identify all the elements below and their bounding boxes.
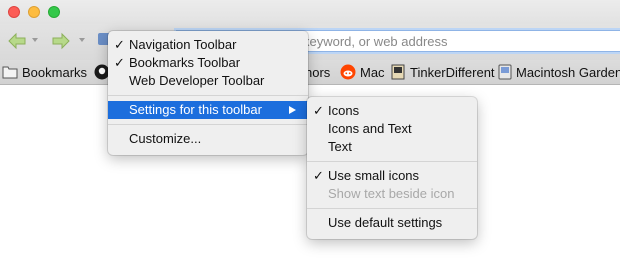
checkmark-icon: ✓	[114, 37, 125, 52]
folder-icon	[2, 66, 18, 79]
menu-item-navigation-toolbar[interactable]: ✓ Navigation Toolbar	[108, 36, 308, 54]
submenu-item-icons-and-text[interactable]: Icons and Text	[307, 120, 477, 138]
title-bar	[0, 0, 620, 24]
submenu-item-show-text-beside-icon: Show text beside icon	[307, 185, 477, 203]
menu-item-web-developer-toolbar[interactable]: Web Developer Toolbar	[108, 72, 308, 90]
forward-button[interactable]	[50, 30, 72, 52]
bookmark-bookmarks-folder[interactable]: Bookmarks	[2, 63, 87, 81]
arrow-right-icon	[52, 32, 70, 50]
bookmark-label: nors	[305, 64, 331, 80]
back-button[interactable]	[6, 30, 28, 52]
menu-item-label: Use default settings	[328, 215, 443, 230]
reddit-icon	[340, 64, 356, 80]
menu-item-label: Text	[328, 139, 352, 154]
menu-item-label: Use small icons	[328, 168, 420, 183]
submenu-arrow-icon	[289, 106, 296, 114]
bookmark-label: TinkerDifferent	[410, 64, 495, 80]
menu-item-settings-for-toolbar[interactable]: Settings for this toolbar	[108, 101, 308, 119]
bookmark-label: Mac	[360, 64, 385, 80]
submenu-item-use-small-icons[interactable]: ✓ Use small icons	[307, 167, 477, 185]
menu-separator	[108, 124, 308, 125]
checkmark-icon: ✓	[313, 168, 324, 183]
checkmark-icon: ✓	[313, 103, 324, 118]
menu-item-label: Navigation Toolbar	[129, 37, 237, 52]
bookmark-label: Macintosh Garden	[516, 64, 620, 80]
bookmark-nors[interactable]: nors	[305, 63, 330, 81]
macintosh-garden-icon	[498, 64, 512, 80]
menu-item-label: Icons and Text	[328, 121, 412, 136]
submenu-item-icons[interactable]: ✓ Icons	[307, 102, 477, 120]
menu-item-customize[interactable]: Customize...	[108, 130, 308, 148]
tinkerdifferent-icon	[391, 64, 405, 80]
bookmark-mac[interactable]: Mac	[340, 63, 385, 81]
menu-item-label: Settings for this toolbar	[129, 102, 262, 117]
submenu-item-text[interactable]: Text	[307, 138, 477, 156]
menu-item-label: Customize...	[129, 131, 202, 146]
menu-separator	[108, 95, 308, 96]
toolbar-settings-submenu: ✓ Icons Icons and Text Text ✓ Use small …	[307, 97, 477, 239]
menu-item-label: Show text beside icon	[328, 186, 455, 201]
arrow-left-icon	[8, 32, 26, 50]
toolbar-context-menu: ✓ Navigation Toolbar ✓ Bookmarks Toolbar…	[108, 31, 308, 155]
menu-item-bookmarks-toolbar[interactable]: ✓ Bookmarks Toolbar	[108, 54, 308, 72]
back-history-dropdown[interactable]	[32, 38, 38, 42]
menu-item-label: Web Developer Toolbar	[129, 73, 265, 88]
close-window-button[interactable]	[8, 6, 20, 18]
menu-separator	[307, 208, 477, 209]
menu-item-label: Icons	[328, 103, 360, 118]
url-placeholder: keyword, or web address	[303, 34, 448, 49]
bookmarks-toolbar: Bookmarks nors Mac TinkerDifferent Macin…	[0, 60, 620, 85]
checkmark-icon: ✓	[114, 55, 125, 70]
bookmark-tinkerdifferent[interactable]: TinkerDifferent	[390, 63, 495, 81]
submenu-item-use-default-settings[interactable]: Use default settings	[307, 214, 477, 232]
menu-separator	[307, 161, 477, 162]
forward-history-dropdown[interactable]	[79, 38, 85, 42]
minimize-window-button[interactable]	[28, 6, 40, 18]
bookmark-macintosh-garden[interactable]: Macintosh Garden	[498, 63, 620, 81]
menu-item-label: Bookmarks Toolbar	[129, 55, 241, 70]
maximize-window-button[interactable]	[48, 6, 60, 18]
bookmark-label: Bookmarks	[22, 64, 88, 80]
